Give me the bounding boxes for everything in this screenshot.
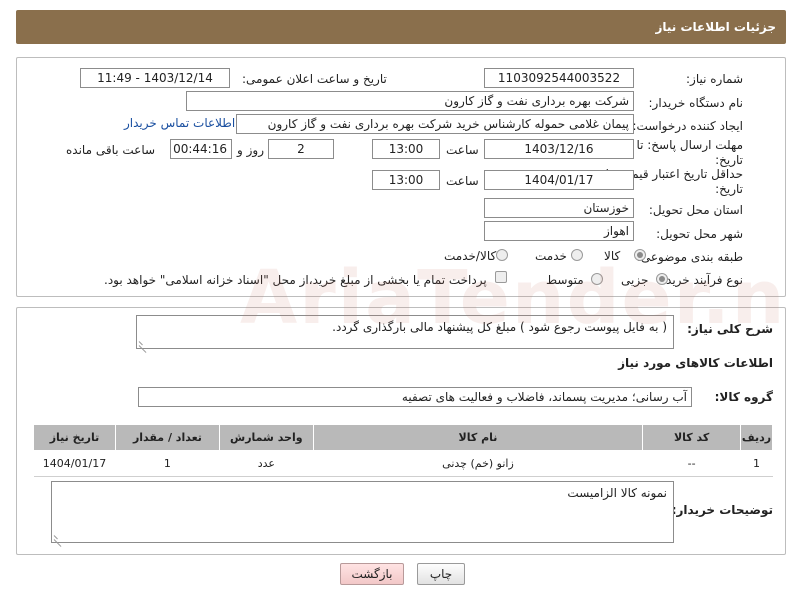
goods-group-field: آب رسانی؛ مدیریت پسماند، فاضلاب و فعالیت… [138,387,692,407]
col-unit: واحد شمارش [218,424,314,451]
category-radio-goods[interactable] [634,249,646,261]
back-button[interactable]: بازگشت [340,563,404,585]
buyer-contact-link[interactable]: اطلاعات تماس خریدار [124,116,235,130]
price-valid-date-field: 1404/01/17 [484,170,634,190]
process-radio-minor[interactable] [656,273,668,285]
province-label: استان محل تحویل: [648,203,743,217]
treasury-payment-checkbox[interactable] [495,271,507,283]
need-number-field: 1103092544003522 [484,68,634,88]
price-valid-time-label: ساعت [446,174,479,188]
resize-grip-icon[interactable] [139,338,147,346]
cell-qty: 1 [115,450,220,477]
description-textarea: ( به فایل پیوست رجوع شود ) مبلغ کل پیشنه… [136,315,674,349]
process-option-medium: متوسط [546,273,584,287]
treasury-payment-note: پرداخت تمام یا بخشی از مبلغ خرید،از محل … [104,273,487,287]
days-remaining-field: 2 [268,139,334,159]
category-radio-service[interactable] [571,249,583,261]
buyer-org-label: نام دستگاه خریدار: [648,96,744,110]
process-radio-medium[interactable] [591,273,603,285]
deadline-label-line1: مهلت ارسال پاسخ: تا [636,138,743,152]
cell-need-date: 1404/01/17 [33,450,116,477]
process-option-minor: جزیی [621,273,649,287]
remaining-label: ساعت باقی مانده [66,143,156,157]
col-name: نام کالا [312,424,644,451]
buyer-notes-textarea: نمونه کالا الزامیست [51,481,674,543]
goods-info-title: اطلاعات کالاهای مورد نیاز [618,356,773,370]
category-option-goods-service: کالا/خدمت [444,249,497,263]
remaining-time-field: 00:44:16 [170,139,232,159]
creator-label: ایجاد کننده درخواست: [632,119,743,133]
category-radio-goods-service[interactable] [496,249,508,261]
city-label: شهر محل تحویل: [656,227,743,241]
print-button[interactable]: چاپ [417,563,465,585]
process-label: نوع فرآیند خرید : [658,273,743,287]
price-valid-label-line2: تاریخ: [715,182,743,196]
page-header: جزئیات اطلاعات نیاز [16,10,786,44]
col-qty: تعداد / مقدار [115,424,220,451]
cell-unit: عدد [219,450,314,477]
category-option-goods: کالا [604,249,621,263]
col-row: ردیف [740,424,773,451]
goods-table: ردیف کد کالا نام کالا واحد شمارش تعداد /… [33,424,773,477]
description-label: شرح کلی نیاز: [687,322,773,336]
cell-row: 1 [740,450,773,477]
price-valid-time-field: 13:00 [372,170,440,190]
buyer-org-field: شرکت بهره برداری نفت و گاز کارون [186,91,634,111]
description-text: ( به فایل پیوست رجوع شود ) مبلغ کل پیشنه… [332,320,667,334]
announce-datetime-field: 1403/12/14 - 11:49 [80,68,230,88]
page-title: جزئیات اطلاعات نیاز [655,20,776,34]
goods-table-header: ردیف کد کالا نام کالا واحد شمارش تعداد /… [33,424,773,451]
buyer-notes-label: توضیحات خریدار: [671,503,773,517]
need-number-label: شماره نیاز: [686,72,743,86]
days-label: روز و [237,143,264,157]
province-field: خوزستان [484,198,634,218]
col-need-date: تاریخ نیاز [33,424,116,451]
deadline-time-label: ساعت [446,143,479,157]
category-label: طبقه بندی موضوعی: [636,250,743,264]
deadline-date-field: 1403/12/16 [484,139,634,159]
announce-label: تاریخ و ساعت اعلان عمومی: [242,72,387,86]
city-field: اهواز [484,221,634,241]
table-row: 1 -- زانو (خم) چدنی عدد 1 1404/01/17 [33,450,773,477]
buyer-notes-text: نمونه کالا الزامیست [567,486,667,500]
resize-grip-icon[interactable] [54,532,62,540]
deadline-label-line2: تاریخ: [715,153,743,167]
creator-field: پیمان غلامی حموله کارشناس خرید شرکت بهره… [236,114,634,134]
goods-group-label: گروه کالا: [714,390,773,404]
cell-code: -- [642,450,741,477]
col-code: کد کالا [642,424,742,451]
cell-name: زانو (خم) چدنی [313,450,643,477]
deadline-time-field: 13:00 [372,139,440,159]
category-option-service: خدمت [535,249,567,263]
